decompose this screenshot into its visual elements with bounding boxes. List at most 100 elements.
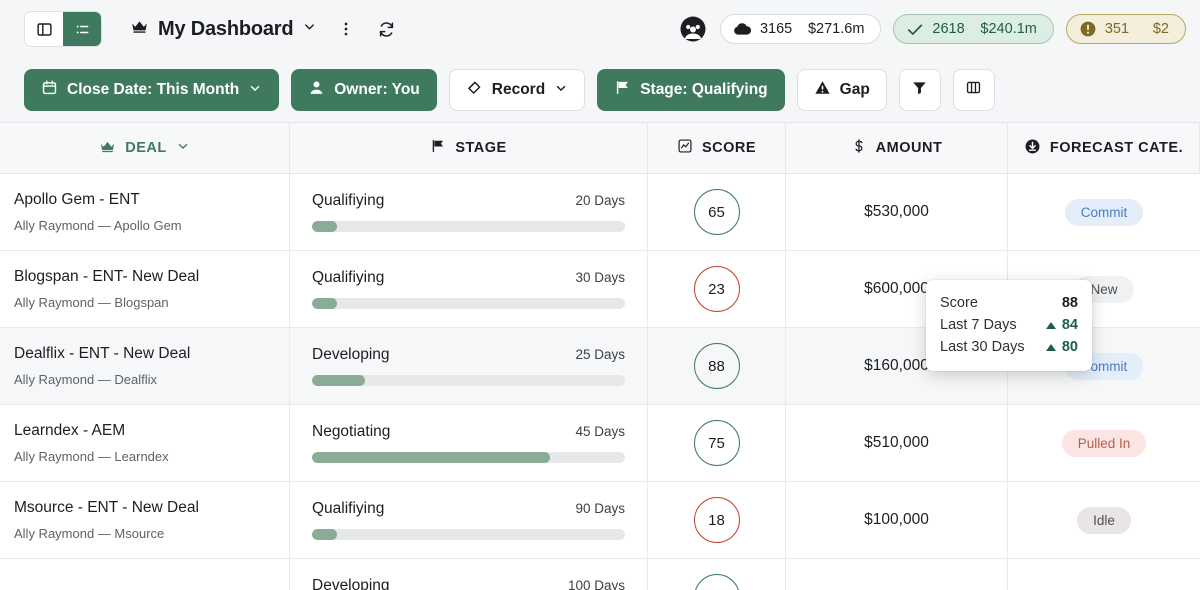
column-header-deal[interactable]: DEAL [0,123,290,173]
stat-pill-won[interactable]: 2618 $240.1m [893,14,1053,44]
filter-stage[interactable]: Stage: Qualifying [597,69,784,111]
deal-owner: Ally Raymond — Apollo Gem [14,218,275,233]
stat-count: 3165 [760,21,800,37]
stage-progress-bar [312,529,625,540]
cell-deal[interactable]: Learndex - AEMAlly Raymond — Learndex [0,405,290,481]
cell-forecast[interactable]: Idle [1008,482,1200,558]
column-header-label: DEAL [125,140,166,156]
refresh-icon[interactable] [369,12,403,46]
filter-label: Record [492,81,545,99]
cell-deal[interactable]: Oovoo - ENT [0,559,290,590]
view-toggle[interactable] [24,11,102,47]
stage-days: 25 Days [575,347,625,362]
cell-forecast[interactable]: Pulled In [1008,405,1200,481]
column-header-label: FORECAST CATE. [1050,140,1183,156]
column-header-stage[interactable]: STAGE [290,123,648,173]
topbar-stats: 3165 $271.6m 2618 $240.1m 351 $2 [678,14,1186,44]
team-avatar-icon[interactable] [678,14,708,44]
cell-amount[interactable]: $100,000 [786,482,1008,558]
tooltip-row-score: Score 88 [940,292,1078,314]
download-icon [1024,138,1041,159]
stage-days: 45 Days [575,424,625,439]
score-badge: 65 [694,189,740,235]
table-row[interactable]: Apollo Gem - ENTAlly Raymond — Apollo Ge… [0,174,1200,251]
stage-days: 90 Days [575,501,625,516]
deal-name: Learndex - AEM [14,422,275,440]
filter-owner[interactable]: Owner: You [291,69,437,111]
cell-forecast[interactable] [1008,559,1200,590]
cell-amount[interactable] [786,559,1008,590]
alert-icon [1079,20,1097,38]
cell-score[interactable]: 23 [648,251,786,327]
cell-stage[interactable]: Qualifiying20 Days [290,174,648,250]
column-header-label: AMOUNT [876,140,943,156]
filter-label: Close Date: This Month [67,81,239,99]
stat-pill-total[interactable]: 3165 $271.6m [720,14,881,44]
chart-icon [677,138,693,158]
stage-days: 30 Days [575,270,625,285]
stat-pill-risk[interactable]: 351 $2 [1066,14,1186,44]
table-row[interactable]: Learndex - AEMAlly Raymond — LearndexNeg… [0,405,1200,482]
stat-amount: $2 [1153,21,1169,37]
score-badge: 75 [694,420,740,466]
column-header-score[interactable]: SCORE [648,123,786,173]
cell-stage[interactable]: Qualifiying30 Days [290,251,648,327]
person-icon [308,79,325,101]
stage-name: Qualifiying [312,192,384,210]
cell-forecast[interactable]: Commit [1008,174,1200,250]
stat-count: 351 [1105,21,1145,37]
cell-score[interactable]: 18 [648,482,786,558]
trend-up-icon [1046,322,1056,329]
cell-deal[interactable]: Dealflix - ENT - New DealAlly Raymond — … [0,328,290,404]
columns-button[interactable] [953,69,995,111]
filter-record[interactable]: Record [449,69,585,111]
tooltip-label: Score [940,295,978,311]
dollar-icon [851,138,867,158]
cell-stage[interactable]: Qualifiying90 Days [290,482,648,558]
stage-progress-bar [312,375,625,386]
list-view-button[interactable] [63,12,101,46]
cell-score[interactable]: 65 [648,174,786,250]
stage-days: 100 Days [568,578,625,590]
filter-button[interactable] [899,69,941,111]
column-header-amount[interactable]: AMOUNT [786,123,1008,173]
cell-score[interactable]: 75 [648,405,786,481]
column-header-forecast[interactable]: FORECAST CATE. [1008,123,1200,173]
filter-label: Owner: You [334,81,420,99]
cell-stage[interactable]: Negotiating 45 Days [290,405,648,481]
filter-close-date[interactable]: Close Date: This Month [24,69,279,111]
filter-label: Stage: Qualifying [640,81,767,99]
more-options-icon[interactable] [329,12,363,46]
cloud-icon [733,21,752,37]
score-tooltip: Score 88 Last 7 Days 84 Last 30 Days 80 [926,280,1092,371]
tooltip-label: Last 7 Days [940,317,1017,333]
stage-progress-bar [312,298,625,309]
cell-deal[interactable]: Blogspan - ENT- New DealAlly Raymond — B… [0,251,290,327]
crown-icon [130,17,149,41]
cell-score[interactable] [648,559,786,590]
filter-gap[interactable]: Gap [797,69,887,111]
crown-icon [99,138,116,159]
stat-amount: $240.1m [980,21,1036,37]
dashboard-title-group[interactable]: My Dashboard [130,17,317,41]
deal-owner: Ally Raymond — Dealflix [14,372,275,387]
cell-amount[interactable]: $510,000 [786,405,1008,481]
cell-deal[interactable]: Apollo Gem - ENTAlly Raymond — Apollo Ge… [0,174,290,250]
cell-deal[interactable]: Msource - ENT - New DealAlly Raymond — M… [0,482,290,558]
cell-stage[interactable]: Developing25 Days [290,328,648,404]
board-view-button[interactable] [25,12,63,46]
table-row[interactable]: Msource - ENT - New DealAlly Raymond — M… [0,482,1200,559]
status-badge: Commit [1065,199,1144,226]
cell-amount[interactable]: $530,000 [786,174,1008,250]
cell-stage[interactable]: Developing100 Days [290,559,648,590]
flag-icon [430,138,446,158]
score-badge: 23 [694,266,740,312]
table-row[interactable]: Oovoo - ENTDeveloping100 Days [0,559,1200,590]
check-icon [906,22,924,37]
chevron-down-icon[interactable] [302,19,317,39]
flag-icon [614,79,631,101]
filter-bar: Close Date: This Month Owner: You Record [0,58,1200,122]
stage-name: Negotiating [312,423,390,441]
score-badge: 88 [694,343,740,389]
cell-score[interactable]: 88 [648,328,786,404]
